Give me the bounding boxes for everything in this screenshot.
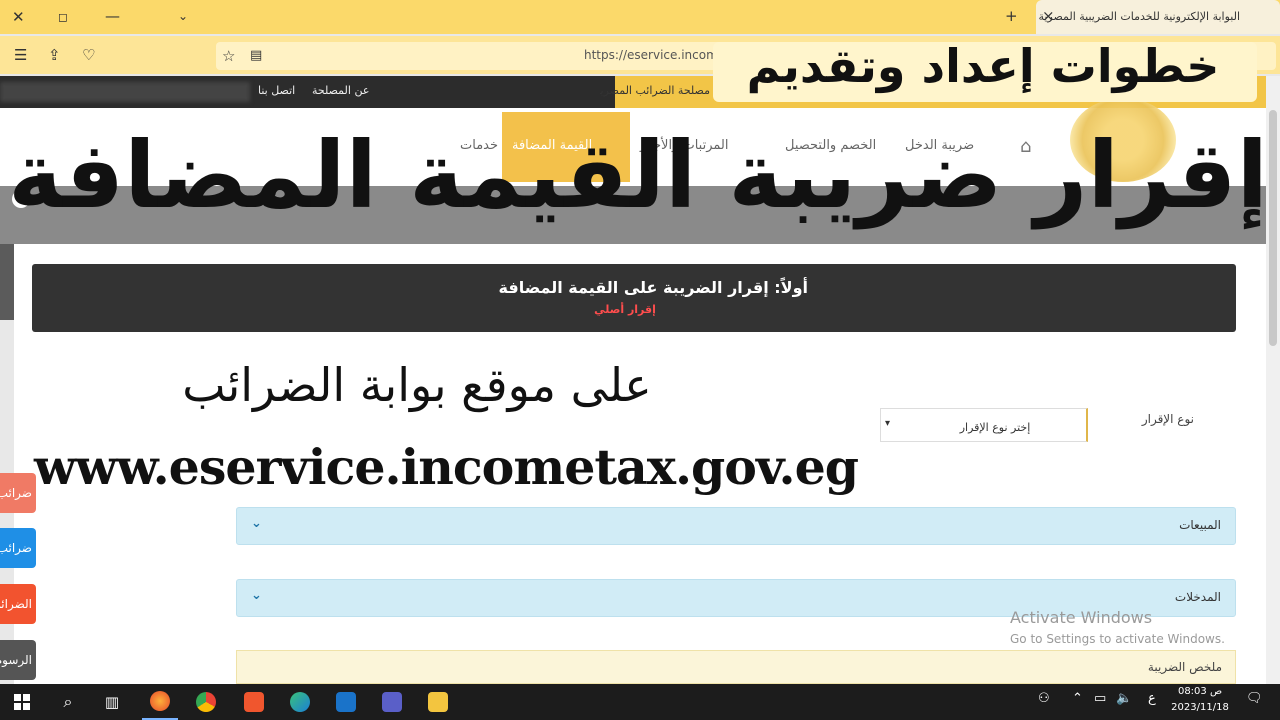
blurred-user-info	[0, 82, 250, 102]
accordion-inputs-label: المدخلات	[1174, 590, 1221, 604]
activate-windows-title: Activate Windows	[1010, 608, 1153, 627]
file-explorer-icon[interactable]	[420, 684, 456, 720]
chevron-down-icon: ⌄	[251, 516, 262, 531]
tax-summary-panel	[236, 650, 1236, 684]
chevron-down-icon: ⌄	[251, 588, 262, 603]
pocket-icon[interactable]: ♡	[82, 47, 95, 63]
new-tab-icon[interactable]: +	[1005, 8, 1018, 24]
windows-start-icon[interactable]	[4, 684, 40, 720]
activate-windows-subtitle: Go to Settings to activate Windows.	[1010, 632, 1225, 646]
close-window-icon[interactable]: ✕	[12, 9, 25, 25]
section-header	[32, 264, 1236, 332]
overlay-subtitle: على موقع بوابة الضرائب	[182, 358, 652, 412]
clock-time[interactable]: 08:03 ص	[1170, 686, 1230, 697]
chevron-down-icon: ▾	[885, 418, 891, 429]
side-button-1[interactable]: ضرائب	[0, 473, 36, 513]
task-view-icon[interactable]: ▥	[94, 684, 130, 720]
reader-view-icon[interactable]: ▤	[250, 48, 262, 64]
notifications-icon[interactable]: 🗨	[1246, 691, 1263, 706]
side-button-4[interactable]: الرسوم	[0, 640, 36, 680]
tab-list-chevron-icon[interactable]: ⌄	[178, 8, 188, 24]
volume-icon[interactable]: 🔈	[1116, 691, 1132, 706]
bookmark-star-icon[interactable]: ☆	[222, 48, 235, 64]
side-button-2[interactable]: ضرائب	[0, 528, 36, 568]
overlay-banner-text: خطوات إعداد وتقديم	[746, 39, 1220, 93]
top-link-about[interactable]: عن المصلحة	[312, 84, 369, 97]
edge-icon[interactable]	[282, 684, 318, 720]
overlay-website-url: www.eservice.incometax.gov.eg	[34, 438, 859, 496]
restore-window-icon[interactable]: ◻	[58, 9, 68, 25]
extensions-icon[interactable]: ⇪	[48, 47, 61, 63]
side-button-3[interactable]: الضرائب	[0, 584, 36, 624]
page-scrollbar-thumb[interactable]	[1269, 110, 1277, 346]
input-language[interactable]: ع	[1148, 691, 1156, 706]
accordion-sales-label: المبيعات	[1179, 518, 1221, 532]
overlay-big-title: إقرار ضريبة القيمة المضافة	[8, 122, 1270, 229]
chrome-icon[interactable]	[188, 684, 224, 720]
file-app-icon[interactable]	[236, 684, 272, 720]
declaration-type-value: إختر نوع الإقرار	[959, 421, 1031, 434]
tab-close-icon[interactable]: ×	[1042, 8, 1055, 24]
clock-date[interactable]: 2023/11/18	[1170, 702, 1230, 713]
section-subtitle: إقرار أصلي	[594, 303, 656, 316]
top-link-contact[interactable]: اتصل بنا	[258, 84, 295, 97]
people-icon[interactable]: ⚇	[1038, 691, 1050, 706]
battery-icon[interactable]: ▭	[1094, 691, 1106, 706]
teams-icon[interactable]	[374, 684, 410, 720]
declaration-type-label: نوع الإقرار	[1141, 412, 1194, 426]
tray-chevron-up-icon[interactable]: ⌃	[1072, 691, 1083, 706]
tab-title: البوابة الإلكترونية للخدمات الضريبية الم…	[1038, 10, 1240, 23]
browser-tab-active[interactable]: البوابة الإلكترونية للخدمات الضريبية الم…	[1036, 0, 1280, 34]
menu-icon[interactable]: ☰	[14, 47, 27, 63]
accordion-sales[interactable]: المبيعات ⌄	[236, 507, 1236, 545]
search-icon[interactable]: ⌕	[50, 684, 86, 720]
firefox-icon[interactable]	[142, 684, 178, 720]
tax-summary-label: ملخص الضريبة	[1147, 660, 1222, 674]
outlook-icon[interactable]	[328, 684, 364, 720]
minimize-window-icon[interactable]: —	[105, 8, 120, 24]
site-authority-name: مصلحة الضرائب المصرية	[600, 84, 710, 97]
section-title: أولاً: إقرار الضريبة على القيمة المضافة	[498, 278, 808, 297]
